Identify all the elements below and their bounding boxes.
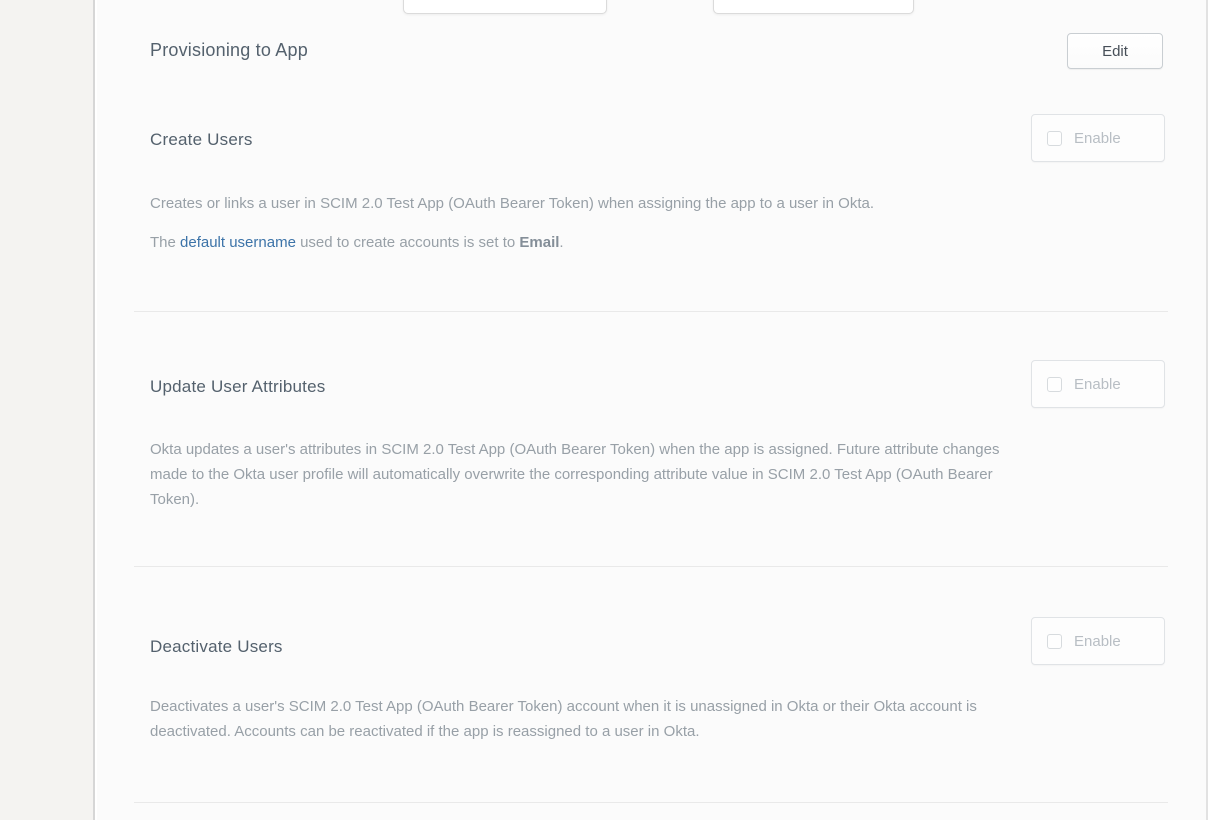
description-line: made to the Okta user profile will autom…: [150, 462, 999, 487]
enable-toggle-label: Enable: [1074, 633, 1121, 650]
section-heading-deactivate-users: Deactivate Users: [150, 637, 283, 657]
enable-toggle-create-users[interactable]: Enable: [1031, 114, 1165, 162]
username-line-suffix: .: [559, 234, 563, 251]
description-line: Okta updates a user's attributes in SCIM…: [150, 437, 999, 462]
enable-checkbox[interactable]: [1047, 377, 1062, 392]
truncated-input-field-1[interactable]: [403, 0, 607, 14]
description-line: Creates or links a user in SCIM 2.0 Test…: [150, 191, 874, 216]
edit-button[interactable]: Edit: [1067, 33, 1163, 69]
username-line-prefix: The: [150, 234, 180, 251]
update-user-attributes-description: Okta updates a user's attributes in SCIM…: [150, 437, 999, 512]
description-line: Token).: [150, 487, 999, 512]
description-line: Deactivates a user's SCIM 2.0 Test App (…: [150, 694, 977, 719]
enable-checkbox[interactable]: [1047, 131, 1062, 146]
left-sidebar: [0, 0, 95, 820]
provisioning-settings-page: Provisioning to App Edit Create Users En…: [0, 0, 1212, 820]
section-heading-create-users: Create Users: [150, 130, 253, 150]
enable-toggle-label: Enable: [1074, 376, 1121, 393]
create-users-description: Creates or links a user in SCIM 2.0 Test…: [150, 191, 874, 216]
section-heading-update-user-attributes: Update User Attributes: [150, 377, 325, 397]
section-divider: [134, 311, 1168, 312]
page-title: Provisioning to App: [150, 40, 308, 61]
deactivate-users-description: Deactivates a user's SCIM 2.0 Test App (…: [150, 694, 977, 744]
section-divider: [134, 566, 1168, 567]
default-username-line: The default username used to create acco…: [150, 230, 564, 255]
section-divider: [134, 802, 1168, 803]
enable-checkbox[interactable]: [1047, 634, 1062, 649]
username-value: Email: [519, 234, 559, 251]
enable-toggle-update-user-attributes[interactable]: Enable: [1031, 360, 1165, 408]
username-line-middle: used to create accounts is set to: [296, 234, 519, 251]
content-right-border: [1206, 0, 1208, 820]
enable-toggle-label: Enable: [1074, 130, 1121, 147]
description-line: deactivated. Accounts can be reactivated…: [150, 719, 977, 744]
enable-toggle-deactivate-users[interactable]: Enable: [1031, 617, 1165, 665]
truncated-input-field-2[interactable]: [713, 0, 914, 14]
default-username-link[interactable]: default username: [180, 234, 296, 251]
